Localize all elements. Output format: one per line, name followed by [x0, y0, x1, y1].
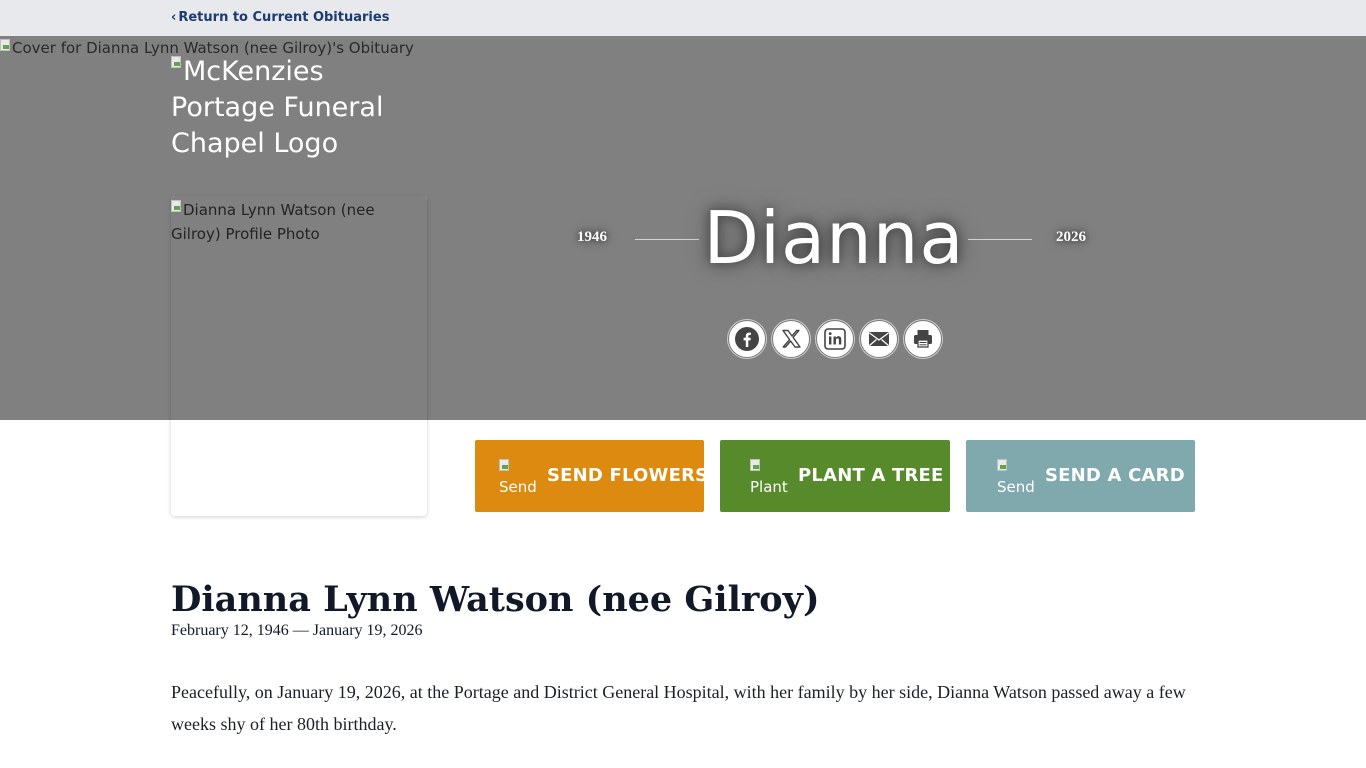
- tree-image: Plant: [750, 457, 790, 497]
- return-link-label: Return to Current Obituaries: [178, 10, 390, 25]
- card-image: Send: [997, 457, 1037, 497]
- broken-image-icon: [171, 56, 181, 68]
- chevron-left-icon: ‹: [171, 10, 177, 25]
- plant-a-tree-label: PLANT A TREE: [798, 465, 944, 486]
- flowers-image: Send: [499, 457, 539, 497]
- birth-year: 1946: [577, 229, 607, 245]
- profile-photo-card: Dianna Lynn Watson (nee Gilroy) Profile …: [171, 196, 427, 516]
- profile-photo: Dianna Lynn Watson (nee Gilroy) Profile …: [171, 198, 427, 246]
- send-a-card-label: SEND A CARD: [1045, 465, 1185, 486]
- plant-a-tree-button[interactable]: Plant PLANT A TREE: [720, 440, 950, 512]
- divider-line: [968, 239, 1032, 240]
- divider-line: [635, 239, 699, 240]
- email-icon: [869, 332, 889, 346]
- deceased-full-name: Dianna Lynn Watson (nee Gilroy): [171, 579, 820, 620]
- death-year: 2026: [1056, 229, 1086, 245]
- profile-photo-alt: Dianna Lynn Watson (nee Gilroy) Profile …: [171, 201, 375, 243]
- share-x-button[interactable]: [772, 320, 810, 358]
- broken-image-icon: [171, 200, 181, 212]
- x-twitter-icon: [782, 329, 801, 348]
- broken-image-icon: [499, 459, 509, 471]
- share-linkedin-button[interactable]: [816, 320, 854, 358]
- broken-image-icon: [997, 459, 1007, 471]
- share-email-button[interactable]: [860, 320, 898, 358]
- share-facebook-button[interactable]: [728, 320, 766, 358]
- return-to-obituaries-link[interactable]: ‹ Return to Current Obituaries: [171, 10, 389, 25]
- share-buttons: [728, 320, 942, 358]
- send-flowers-button[interactable]: Send SEND FLOWERS: [475, 440, 708, 512]
- send-flowers-label: SEND FLOWERS: [547, 465, 709, 486]
- broken-image-icon: [750, 459, 760, 471]
- send-a-card-button[interactable]: Send SEND A CARD: [966, 440, 1195, 512]
- obituary-paragraph: Peacefully, on January 19, 2026, at the …: [171, 682, 1186, 734]
- print-icon: [914, 330, 932, 348]
- facebook-icon: [735, 327, 759, 351]
- life-dates: February 12, 1946 — January 19, 2026: [171, 622, 423, 639]
- print-button[interactable]: [904, 320, 942, 358]
- broken-image-icon: [0, 39, 10, 51]
- linkedin-icon: [824, 328, 846, 350]
- top-nav-bar: ‹ Return to Current Obituaries: [0, 0, 1366, 36]
- funeral-home-logo[interactable]: McKenzies Portage Funeral Chapel Logo: [171, 54, 411, 162]
- deceased-first-name: Dianna: [703, 196, 965, 280]
- logo-alt-text: McKenzies Portage Funeral Chapel Logo: [171, 56, 384, 159]
